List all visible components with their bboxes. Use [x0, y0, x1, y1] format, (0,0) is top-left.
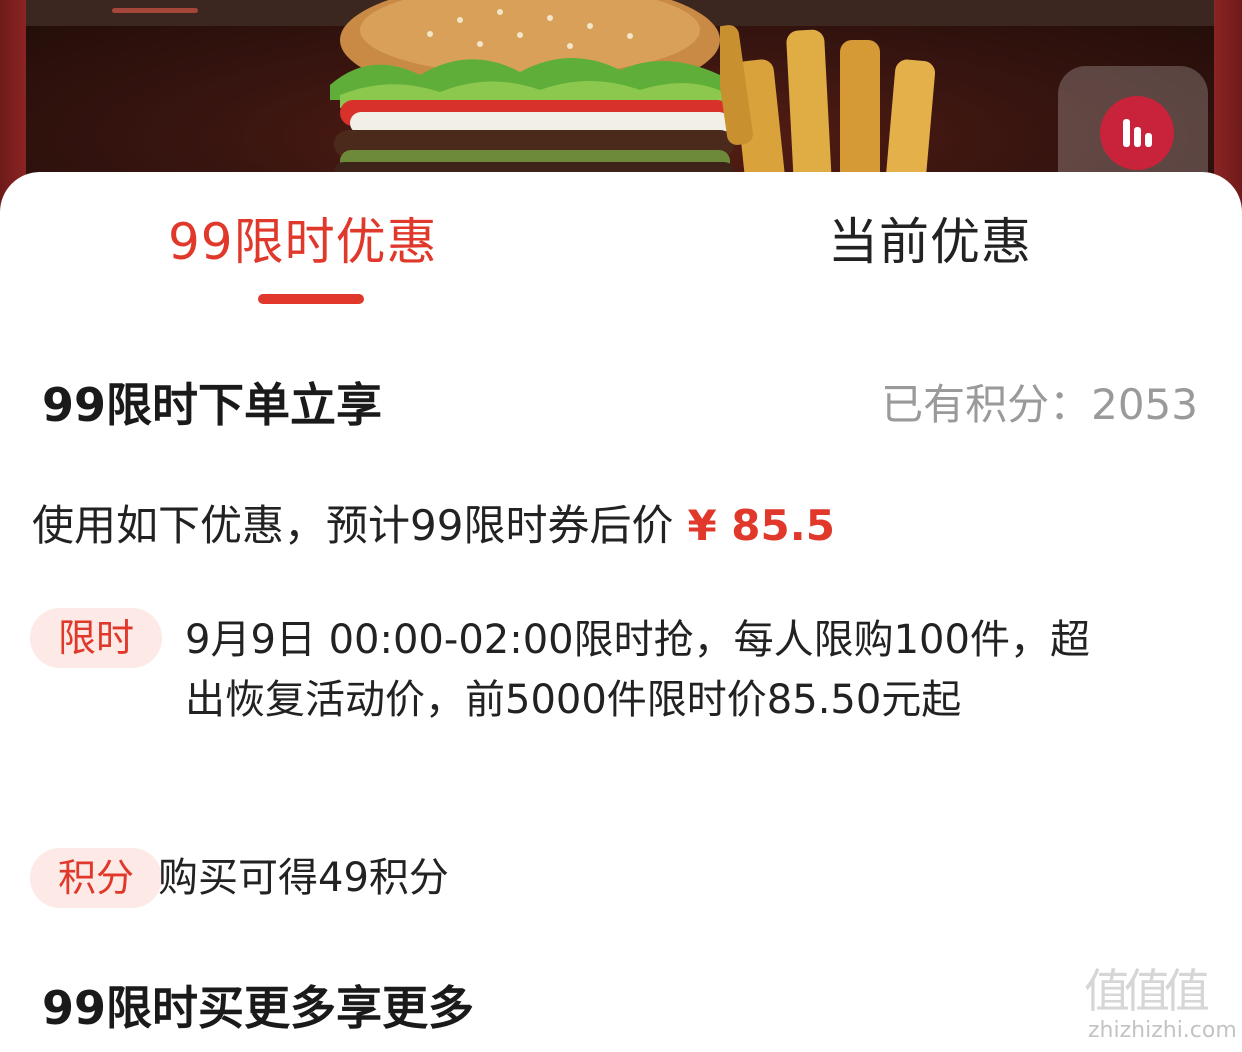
- points-value: 2053: [1091, 380, 1198, 429]
- tab-99-limited-offer[interactable]: 99限时优惠: [168, 212, 438, 272]
- image-indicator: [112, 8, 198, 13]
- promo-tag: 积分: [30, 848, 163, 908]
- promo-tag: 限时: [30, 608, 163, 668]
- promo-sheet: 99限时优惠 当前优惠 99限时下单立享 已有积分：2053 使用如下优惠，预计…: [0, 172, 1242, 1052]
- tab-current-offer[interactable]: 当前优惠: [828, 212, 1032, 272]
- promo-text: 购买可得49积分: [158, 855, 449, 901]
- watermark-logo: 值值值: [1084, 964, 1210, 1018]
- fries-image: [720, 25, 936, 190]
- section-title-order-benefits: 99限时下单立享: [42, 378, 383, 432]
- section-title-buy-more: 99限时买更多享更多: [42, 981, 475, 1035]
- bar-chart-icon[interactable]: [1100, 96, 1174, 170]
- watermark: 值值值 zhizhizhi.com: [1084, 964, 1237, 1046]
- active-tab-indicator: [258, 294, 364, 304]
- points-label: 已有积分：: [881, 380, 1092, 429]
- price-summary: 使用如下优惠，预计99限时券后价 ¥ 85.5: [32, 500, 835, 552]
- burger-image: [330, 0, 734, 190]
- promo-text: 9月9日 00:00-02:00限时抢，每人限购100件，超出恢复活动价，前50…: [185, 617, 1090, 723]
- points-balance: 已有积分：2053: [881, 379, 1198, 431]
- summary-text: 使用如下优惠，预计99限时券后价: [32, 501, 674, 550]
- watermark-url: zhizhizhi.com: [1088, 1018, 1237, 1043]
- estimated-price: ¥ 85.5: [687, 501, 835, 550]
- promo-screen: 99限时优惠 当前优惠 99限时下单立享 已有积分：2053 使用如下优惠，预计…: [0, 0, 1242, 1052]
